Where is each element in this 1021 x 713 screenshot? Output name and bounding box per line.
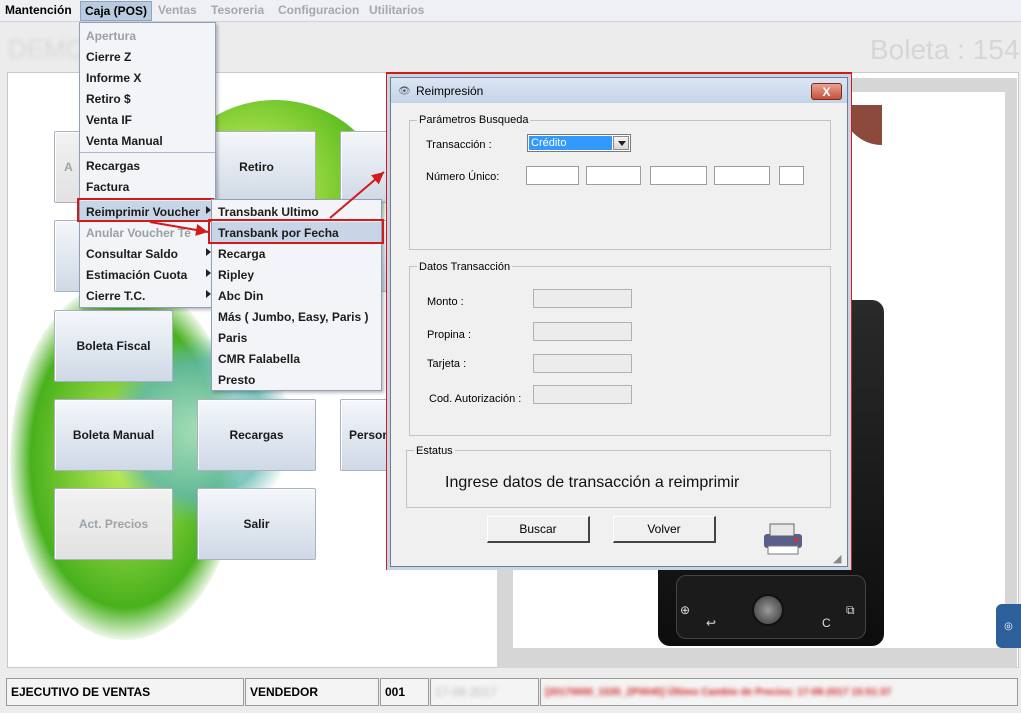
menu-ventas[interactable]: Ventas: [158, 3, 197, 17]
numero-unico-field-3[interactable]: [650, 166, 707, 185]
submenu-item-ripley[interactable]: Ripley: [212, 264, 381, 285]
menu-item-recargas[interactable]: Recargas: [80, 155, 215, 176]
buscar-button[interactable]: Buscar: [487, 516, 590, 543]
params-group-legend: Parámetros Busqueda: [417, 114, 531, 126]
submenu-item-presto[interactable]: Presto: [212, 369, 381, 390]
numero-unico-field-4[interactable]: [714, 166, 770, 185]
menu-configuracion[interactable]: Configuracion: [278, 3, 359, 17]
submenu-item-mas[interactable]: Más ( Jumbo, Easy, Paris ): [212, 306, 381, 327]
phone-c-key: C: [822, 616, 831, 630]
phone-back-icon: ↩: [706, 616, 717, 630]
teamviewer-icon[interactable]: ◎: [996, 604, 1021, 648]
status-role: EJECUTIVO DE VENTAS: [6, 678, 244, 706]
numero-unico-label: Número Único:: [426, 171, 500, 183]
cod-autorizacion-field: [533, 385, 632, 404]
status-message: Ingrese datos de transacción a reimprimi…: [445, 474, 740, 491]
menu-caja-pos[interactable]: Caja (POS): [80, 1, 153, 21]
menu-bar: Mantención Caja (POS) Ventas Tesoreria C…: [0, 0, 1021, 22]
menu-item-venta-manual[interactable]: Venta Manual: [80, 130, 215, 151]
chevron-down-icon[interactable]: [613, 136, 629, 150]
numero-unico-field-1[interactable]: [526, 166, 579, 185]
transaccion-label: Transacción :: [426, 139, 492, 151]
phone-knob: [752, 594, 784, 626]
menu-item-consultar-saldo[interactable]: Consultar Saldo: [80, 243, 215, 264]
volver-button[interactable]: Volver: [613, 516, 716, 543]
submenu-item-abc-din[interactable]: Abc Din: [212, 285, 381, 306]
pos-button-recargas[interactable]: Recargas: [197, 399, 316, 471]
menu-separator: [80, 152, 215, 153]
menu-item-cierre-tc[interactable]: Cierre T.C.: [80, 285, 215, 306]
phone-window-icon: ⧉: [846, 603, 855, 617]
menu-mantencion[interactable]: Mantención: [5, 3, 72, 17]
resize-grip-icon[interactable]: ◢: [833, 552, 841, 565]
pos-button-person[interactable]: Person: [340, 399, 390, 471]
status-message-bar: [20170000_1535_ZP0045] Último Cambio de …: [540, 678, 1018, 706]
propina-field: [533, 322, 632, 341]
close-button[interactable]: X: [811, 83, 842, 100]
menu-item-informe-x[interactable]: Informe X: [80, 67, 215, 88]
pos-button-salir[interactable]: Salir: [197, 488, 316, 560]
menu-item-anular-voucher[interactable]: Anular Voucher Te: [80, 222, 215, 243]
menu-tesoreria[interactable]: Tesoreria: [211, 3, 264, 17]
transaccion-selected-value: Crédito: [529, 136, 612, 150]
menu-item-factura[interactable]: Factura: [80, 176, 215, 197]
eye-icon: 👁: [398, 86, 411, 97]
propina-label: Propina :: [427, 329, 472, 341]
tarjeta-label: Tarjeta :: [427, 358, 467, 370]
menu-item-cierre-z[interactable]: Cierre Z: [80, 46, 215, 67]
caja-dropdown-menu: Apertura Cierre Z Informe X Retiro $ Ven…: [79, 22, 216, 308]
printer-icon: [764, 523, 802, 555]
monto-label: Monto :: [427, 296, 464, 308]
submenu-item-recarga[interactable]: Recarga: [212, 243, 381, 264]
close-icon: X: [822, 84, 831, 99]
menu-item-retiro[interactable]: Retiro $: [80, 88, 215, 109]
phone-globe-icon: ⊕: [680, 603, 691, 617]
pos-button-boleta-fiscal[interactable]: Boleta Fiscal: [54, 310, 173, 382]
tarjeta-field: [533, 354, 632, 373]
menu-item-venta-if[interactable]: Venta IF: [80, 109, 215, 130]
menu-item-estimacion-cuota[interactable]: Estimación Cuota: [80, 264, 215, 285]
menu-utilitarios[interactable]: Utilitarios: [369, 3, 424, 17]
highlight-reimprimir: [77, 198, 214, 222]
dialog-title: Reimpresión: [416, 84, 484, 98]
submenu-item-paris[interactable]: Paris: [212, 327, 381, 348]
menu-item-apertura[interactable]: Apertura: [80, 25, 215, 46]
estatus-group-legend: Estatus: [414, 445, 455, 457]
monto-field: [533, 289, 632, 308]
status-user: VENDEDOR: [245, 678, 379, 706]
header-boleta-number: Boleta : 154: [870, 34, 1020, 65]
cod-autorizacion-label: Cod. Autorización :: [429, 393, 522, 405]
highlight-transbank-por-fecha: [208, 219, 384, 244]
numero-unico-field-2[interactable]: [586, 166, 641, 185]
status-code: 001: [380, 678, 429, 706]
submenu-item-cmr-falabella[interactable]: CMR Falabella: [212, 348, 381, 369]
datos-group-legend: Datos Transacción: [417, 261, 513, 273]
numero-unico-field-5[interactable]: [779, 166, 804, 185]
status-date: 17-08-2017: [430, 678, 539, 706]
pos-button-act-precios[interactable]: Act. Precios: [54, 488, 173, 560]
pos-button-boleta-manual[interactable]: Boleta Manual: [54, 399, 173, 471]
transaccion-select[interactable]: Crédito: [527, 134, 631, 152]
